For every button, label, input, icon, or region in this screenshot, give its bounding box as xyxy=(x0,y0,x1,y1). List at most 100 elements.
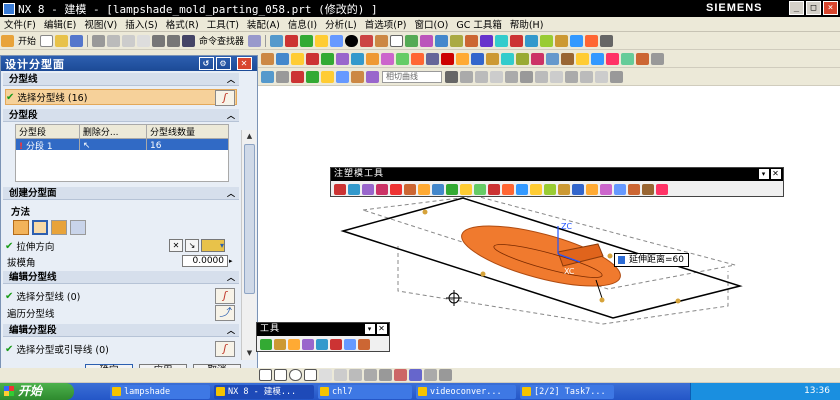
merge-icon[interactable] xyxy=(502,183,514,195)
shell-icon[interactable] xyxy=(321,52,334,65)
extrude-method-icon[interactable] xyxy=(13,220,29,235)
surface-icon[interactable] xyxy=(495,34,509,47)
blank-icon[interactable] xyxy=(600,183,612,195)
cut-icon[interactable] xyxy=(92,34,106,47)
chain-icon[interactable] xyxy=(490,70,503,83)
unblank-icon[interactable] xyxy=(614,183,626,195)
stop-at-intersection-icon[interactable] xyxy=(460,70,473,83)
layer-icon[interactable] xyxy=(405,34,419,47)
draft-icon[interactable] xyxy=(561,52,574,65)
delete-icon[interactable] xyxy=(137,34,151,47)
blend-icon[interactable] xyxy=(291,52,304,65)
hole-icon[interactable] xyxy=(585,34,599,47)
task-chl7[interactable]: chl7 xyxy=(318,384,412,399)
curve-select-button[interactable]: ʃ xyxy=(215,288,235,304)
start-menu-button[interactable]: 开始 xyxy=(18,34,36,47)
close-x-icon[interactable] xyxy=(441,52,454,65)
minimize-button[interactable]: _ xyxy=(789,1,804,15)
parting-lines-section-header[interactable]: 分型线 ︿ xyxy=(3,73,239,86)
wave-icon[interactable] xyxy=(621,52,634,65)
draft-check-icon[interactable] xyxy=(586,183,598,195)
line-icon[interactable] xyxy=(259,369,272,381)
paste-icon[interactable] xyxy=(122,34,136,47)
injection-mold-toolbar-title[interactable]: 注塑模工具 ▾ ✕ xyxy=(331,168,783,181)
task-nx[interactable]: NX 8 - 建模... xyxy=(214,384,314,399)
extend-curve-icon[interactable] xyxy=(409,369,422,381)
select-icon[interactable] xyxy=(261,70,274,83)
snap-intersect-icon[interactable] xyxy=(336,70,349,83)
intersect-icon[interactable] xyxy=(426,52,439,65)
menu-insert[interactable]: 插入(S) xyxy=(121,17,161,31)
select-lines-row[interactable]: ✔ 选择分型线 (0) xyxy=(5,288,237,304)
undo-icon[interactable] xyxy=(152,34,166,47)
copy-icon[interactable] xyxy=(107,34,121,47)
mold-analysis-icon[interactable] xyxy=(572,183,584,195)
sweep-method-icon[interactable] xyxy=(51,220,67,235)
menu-help[interactable]: 帮助(H) xyxy=(506,17,548,31)
analysis-icon[interactable] xyxy=(480,34,494,47)
mold-icon[interactable] xyxy=(465,34,479,47)
menu-file[interactable]: 文件(F) xyxy=(0,17,40,31)
sketch-icon[interactable] xyxy=(315,34,329,47)
sheet-thicken-icon[interactable] xyxy=(544,183,556,195)
sweep-icon[interactable] xyxy=(276,52,289,65)
wcs-icon[interactable] xyxy=(435,34,449,47)
snap-on-curve-icon[interactable] xyxy=(351,70,364,83)
block-icon[interactable] xyxy=(375,34,389,47)
extrude-icon[interactable] xyxy=(555,34,569,47)
redo-icon[interactable] xyxy=(167,34,181,47)
toolbar-options-icon[interactable]: ▾ xyxy=(365,324,375,334)
create-box-icon[interactable] xyxy=(334,183,346,195)
point-on-face-icon[interactable] xyxy=(520,70,533,83)
parting-check-icon[interactable] xyxy=(516,183,528,195)
intersect-curve-icon[interactable] xyxy=(379,369,392,381)
split-icon[interactable] xyxy=(456,52,469,65)
select-segment-row[interactable]: ✔ 选择分型或引导线 (0) xyxy=(5,341,237,357)
curve-select-button[interactable]: ʃ xyxy=(215,341,235,357)
menu-tools[interactable]: 工具(T) xyxy=(203,17,243,31)
sheet-patch-icon[interactable] xyxy=(376,183,388,195)
handle-point[interactable] xyxy=(422,209,428,215)
rectangle-icon[interactable] xyxy=(304,369,317,381)
reset-icon[interactable]: ↺ xyxy=(199,57,214,70)
unite-icon[interactable] xyxy=(396,52,409,65)
settings-icon[interactable]: ⚙ xyxy=(216,57,231,70)
tool-icon[interactable] xyxy=(274,338,286,350)
handle-point[interactable] xyxy=(480,271,486,277)
replace-face-icon[interactable] xyxy=(501,52,514,65)
existing-point-icon[interactable] xyxy=(580,70,593,83)
menu-format[interactable]: 格式(R) xyxy=(162,17,203,31)
patch-icon[interactable] xyxy=(486,52,499,65)
control-point-icon[interactable] xyxy=(595,70,608,83)
reference-circle-icon[interactable] xyxy=(488,183,500,195)
face-split-icon[interactable] xyxy=(558,183,570,195)
snap-center-icon[interactable] xyxy=(306,70,319,83)
handle-point[interactable] xyxy=(675,298,681,304)
plane-icon[interactable] xyxy=(540,34,554,47)
curve-icon[interactable] xyxy=(525,34,539,47)
save-icon[interactable] xyxy=(70,34,84,47)
close-toolbar-icon[interactable]: ✕ xyxy=(771,169,781,179)
chamfer-icon[interactable] xyxy=(306,52,319,65)
select-filter-icon[interactable] xyxy=(270,34,284,47)
handle-point[interactable] xyxy=(607,253,613,259)
spline-icon[interactable] xyxy=(334,369,347,381)
new-file-icon[interactable] xyxy=(40,34,54,47)
offset-curve-icon[interactable] xyxy=(349,369,362,381)
box-icon[interactable] xyxy=(330,34,344,47)
scroll-thumb[interactable] xyxy=(244,144,255,294)
spinner-icon[interactable]: ▸ xyxy=(229,255,238,267)
menu-preferences[interactable]: 首选项(P) xyxy=(361,17,411,31)
snap-icon[interactable] xyxy=(285,34,299,47)
task-task7[interactable]: [2/2] Task7... xyxy=(520,384,614,399)
polygon-icon[interactable] xyxy=(319,369,332,381)
render-icon[interactable] xyxy=(360,34,374,47)
command-finder-button[interactable]: 命令查找器 xyxy=(199,34,244,47)
extend-solid-icon[interactable] xyxy=(474,183,486,195)
edit-lines-section-header[interactable]: 编辑分型线 ︿ xyxy=(3,271,239,284)
trim-curve-icon[interactable] xyxy=(394,369,407,381)
reverse-direction-icon[interactable]: ✕ xyxy=(169,239,183,252)
project-curve-icon[interactable] xyxy=(364,369,377,381)
view-frame-icon[interactable] xyxy=(390,34,404,47)
tool-icon[interactable] xyxy=(316,338,328,350)
